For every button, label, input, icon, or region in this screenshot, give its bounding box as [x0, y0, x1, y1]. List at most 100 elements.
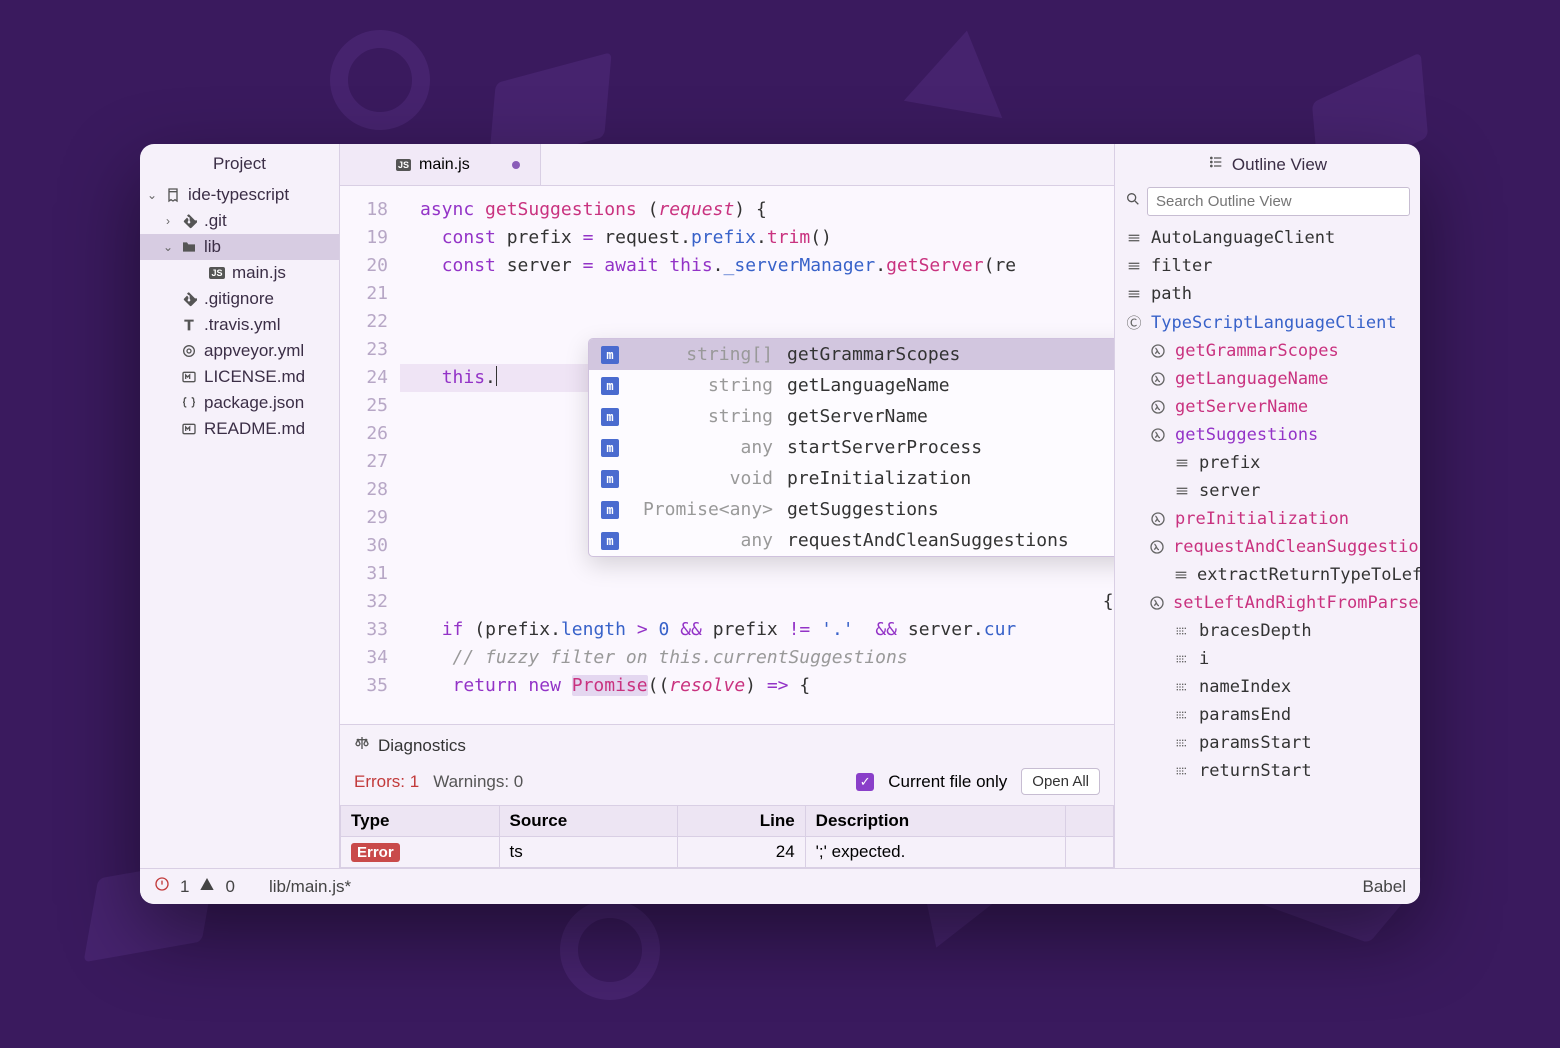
lambda-icon [1149, 511, 1167, 527]
diagnostics-header[interactable]: Diagnostics [340, 725, 1114, 762]
lambda-icon [1149, 371, 1167, 387]
diagnostics-warnings-count[interactable]: Warnings: 0 [433, 772, 523, 792]
diagnostics-table: TypeSourceLineDescription Errorts24';' e… [340, 805, 1114, 868]
outline-item-returnStart[interactable]: returnStart [1115, 757, 1420, 785]
autocomplete-item-startServerProcess[interactable]: manystartServerProcess() [589, 432, 1114, 463]
method-icon: m [601, 470, 619, 488]
outline-search-input[interactable] [1147, 187, 1410, 216]
diag-col-source[interactable]: Source [499, 806, 678, 837]
outline-item-nameIndex[interactable]: nameIndex [1115, 673, 1420, 701]
project-panel-title: Project [140, 144, 339, 182]
lambda-icon [1149, 539, 1165, 555]
const-icon [1173, 455, 1191, 471]
tab-bar: JS main.js [340, 144, 1114, 186]
outline-panel-title: Outline View [1115, 144, 1420, 183]
file-tree: ⌄ide-typescript›.git⌄libJSmain.js.gitign… [140, 182, 339, 442]
method-icon: m [601, 501, 619, 519]
lambda-icon [1149, 343, 1167, 359]
outline-item-extractReturnTypeToLeft[interactable]: extractReturnTypeToLeft [1115, 561, 1420, 589]
const-icon [1125, 286, 1143, 302]
tree-root[interactable]: ⌄ide-typescript [140, 182, 339, 208]
outline-item-filter[interactable]: filter [1115, 252, 1420, 280]
status-error-count[interactable]: 1 [180, 877, 189, 897]
outline-panel: Outline View AutoLanguageClientfilterpat… [1115, 144, 1420, 868]
outline-item-bracesDepth[interactable]: bracesDepth [1115, 617, 1420, 645]
var-icon [1173, 763, 1191, 779]
diagnostic-row[interactable]: Errorts24';' expected. [341, 837, 1114, 868]
autocomplete-item-getServerName[interactable]: mstringgetServerName() [589, 401, 1114, 432]
outline-item-path[interactable]: path [1115, 280, 1420, 308]
editor-pane: JS main.js 18192021222324252627282930313… [340, 144, 1115, 868]
autocomplete-item-getGrammarScopes[interactable]: mstring[]getGrammarScopes() [589, 339, 1114, 370]
diag-col-line[interactable]: Line [678, 806, 805, 837]
diagnostics-panel: Diagnostics Errors: 1 Warnings: 0 ✓ Curr… [340, 724, 1114, 868]
outline-item-setLeftAndRightFromParsedSig[interactable]: setLeftAndRightFromParsedSig [1115, 589, 1420, 617]
const-icon [1125, 258, 1143, 274]
error-icon[interactable] [154, 876, 170, 897]
tab-main-js[interactable]: JS main.js [340, 144, 541, 185]
diagnostics-errors-count[interactable]: Errors: 1 [354, 772, 419, 792]
class-icon: Ⓒ [1125, 312, 1143, 333]
warning-icon[interactable] [199, 876, 215, 897]
status-bar: 1 0 lib/main.js* Babel [140, 868, 1420, 904]
outline-item-i[interactable]: i [1115, 645, 1420, 673]
outline-item-getSuggestions[interactable]: getSuggestions [1115, 421, 1420, 449]
tree-item-appveyor-yml[interactable]: appveyor.yml [140, 338, 339, 364]
var-icon [1173, 623, 1191, 639]
autocomplete-item-getSuggestions[interactable]: mPromise<any>getSuggestions(request: any… [589, 494, 1114, 525]
outline-item-requestAndCleanSuggestions[interactable]: requestAndCleanSuggestions [1115, 533, 1420, 561]
diagnostics-summary: Errors: 1 Warnings: 0 ✓ Current file onl… [340, 762, 1114, 805]
scales-icon [354, 735, 370, 756]
autocomplete-item-preInitialization[interactable]: mvoidpreInitialization(connection: any) [589, 463, 1114, 494]
outline-item-server[interactable]: server [1115, 477, 1420, 505]
outline-item-paramsEnd[interactable]: paramsEnd [1115, 701, 1420, 729]
const-icon [1125, 230, 1143, 246]
outline-item-getGrammarScopes[interactable]: getGrammarScopes [1115, 337, 1420, 365]
project-panel: Project ⌄ide-typescript›.git⌄libJSmain.j… [140, 144, 340, 868]
var-icon [1173, 735, 1191, 751]
tab-label: main.js [419, 156, 470, 174]
method-icon: m [601, 346, 619, 364]
diag-col-type[interactable]: Type [341, 806, 500, 837]
lambda-icon [1149, 427, 1167, 443]
dirty-indicator-icon [512, 161, 520, 169]
tree-item--git[interactable]: ›.git [140, 208, 339, 234]
open-all-button[interactable]: Open All [1021, 768, 1100, 795]
const-icon [1173, 567, 1189, 583]
outline-item-TypeScriptLanguageClient[interactable]: ⒸTypeScriptLanguageClient [1115, 308, 1420, 337]
method-icon: m [601, 408, 619, 426]
outline-item-getServerName[interactable]: getServerName [1115, 393, 1420, 421]
tree-item-main-js[interactable]: JSmain.js [140, 260, 339, 286]
outline-item-paramsStart[interactable]: paramsStart [1115, 729, 1420, 757]
code-editor[interactable]: 181920212223242526272829303132333435 asy… [340, 186, 1114, 724]
outline-item-AutoLanguageClient[interactable]: AutoLanguageClient [1115, 224, 1420, 252]
status-file-path[interactable]: lib/main.js* [269, 877, 351, 897]
js-icon: JS [396, 159, 411, 171]
main-area: Project ⌄ide-typescript›.git⌄libJSmain.j… [140, 144, 1420, 868]
tree-item--gitignore[interactable]: .gitignore [140, 286, 339, 312]
current-file-only-checkbox[interactable]: ✓ [856, 773, 874, 791]
status-warning-count[interactable]: 0 [225, 877, 234, 897]
tree-item-license-md[interactable]: LICENSE.md [140, 364, 339, 390]
line-gutter: 181920212223242526272829303132333435 [340, 186, 400, 724]
status-language[interactable]: Babel [1363, 877, 1406, 897]
autocomplete-item-requestAndCleanSuggestions[interactable]: manyrequestAndCleanSuggestions(request: … [589, 525, 1114, 556]
outline-item-getLanguageName[interactable]: getLanguageName [1115, 365, 1420, 393]
method-icon: m [601, 439, 619, 457]
tree-item-package-json[interactable]: package.json [140, 390, 339, 416]
outline-item-preInitialization[interactable]: preInitialization [1115, 505, 1420, 533]
tree-item-lib[interactable]: ⌄lib [140, 234, 339, 260]
diag-col-description[interactable]: Description [805, 806, 1066, 837]
search-icon [1125, 191, 1141, 212]
lambda-icon [1149, 595, 1165, 611]
autocomplete-item-getLanguageName[interactable]: mstringgetLanguageName() [589, 370, 1114, 401]
const-icon [1173, 483, 1191, 499]
var-icon [1173, 707, 1191, 723]
tree-item--travis-yml[interactable]: .travis.yml [140, 312, 339, 338]
tree-item-readme-md[interactable]: README.md [140, 416, 339, 442]
autocomplete-popup[interactable]: mstring[]getGrammarScopes()mstringgetLan… [588, 338, 1114, 557]
outline-item-prefix[interactable]: prefix [1115, 449, 1420, 477]
list-icon [1208, 154, 1224, 175]
method-icon: m [601, 532, 619, 550]
outline-search-row [1115, 183, 1420, 224]
